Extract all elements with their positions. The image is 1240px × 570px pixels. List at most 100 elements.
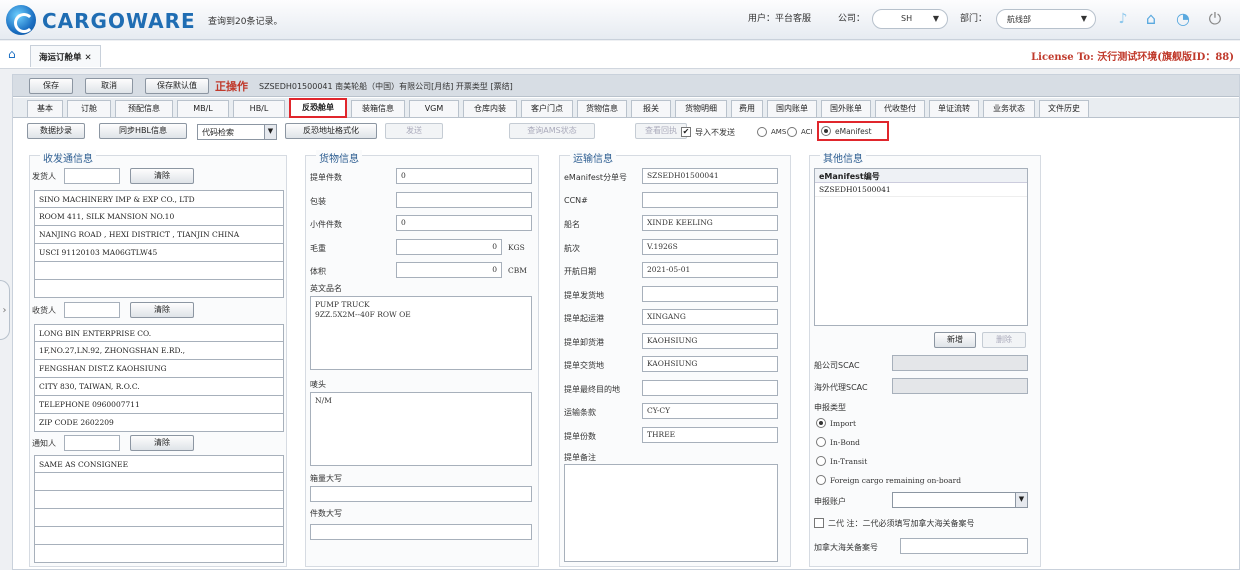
receipt-input[interactable] — [642, 285, 778, 302]
tab-8[interactable]: 仓库内装 — [463, 100, 517, 117]
sidebar-toggle[interactable]: › — [0, 280, 10, 340]
address-line[interactable]: ROOM 411, SILK MANSION NO.10 — [34, 208, 284, 226]
sync-hbl-button[interactable]: 同步HBL信息 — [99, 123, 187, 139]
second-gen-checkbox[interactable] — [814, 518, 824, 528]
tab-2[interactable]: 预配信息 — [115, 100, 173, 117]
address-line[interactable]: LONG BIN ENTERPRISE CO. — [34, 324, 284, 342]
copy-data-button[interactable]: 数据抄录 — [27, 123, 85, 139]
view-receipt-button[interactable]: 查看回执 — [635, 123, 687, 139]
tab-13[interactable]: 费用 — [731, 100, 763, 117]
address-line[interactable]: ZIP CODE 2602209 — [34, 414, 284, 432]
tab-11[interactable]: 报关 — [631, 100, 671, 117]
voyage-input[interactable]: V.1926S — [642, 238, 778, 255]
close-icon[interactable]: ✕ — [84, 53, 91, 63]
tab-4[interactable]: HB/L — [233, 100, 285, 117]
tab-3[interactable]: MB/L — [177, 100, 229, 117]
decl-type-radio[interactable] — [816, 437, 826, 447]
remark-textarea[interactable] — [564, 464, 778, 562]
small-pieces-input[interactable]: 0 — [396, 215, 532, 231]
tab-15[interactable]: 国外账单 — [821, 100, 871, 117]
help-icon[interactable]: ◔ — [1172, 8, 1194, 30]
carrier-scac-input[interactable] — [892, 355, 1028, 371]
delete-button[interactable]: 删除 — [982, 332, 1026, 348]
cancel-button[interactable]: 取消 — [85, 78, 133, 94]
company-select[interactable]: SH ▼ — [872, 9, 948, 29]
pod-input[interactable]: KAOHSIUNG — [642, 332, 778, 349]
weight-input[interactable]: 0 — [396, 239, 502, 255]
tab-12[interactable]: 货物明细 — [675, 100, 727, 117]
bl-count-input[interactable]: THREE — [642, 426, 778, 443]
power-icon[interactable]: ⏻ — [1204, 8, 1226, 30]
delivery-input[interactable]: KAOHSIUNG — [642, 356, 778, 372]
pol-input[interactable]: XINGANG — [642, 309, 778, 325]
sub-no-input[interactable]: SZSEDH01500041 — [642, 168, 778, 184]
consignee-clear-button[interactable]: 清除 — [130, 302, 194, 318]
address-line[interactable] — [34, 527, 284, 545]
address-line[interactable]: SAME AS CONSIGNEE — [34, 455, 284, 473]
sail-input[interactable]: 2021-05-01 — [642, 262, 778, 278]
vessel-input[interactable]: XINDE KEELING — [642, 215, 778, 231]
address-line[interactable]: NANJING ROAD , HEXI DISTRICT , TIANJIN C… — [34, 226, 284, 244]
decl-type-radio[interactable] — [816, 456, 826, 466]
account-select[interactable]: ▼ — [892, 492, 1028, 508]
save-default-button[interactable]: 保存默认值 — [145, 78, 209, 94]
new-button[interactable]: 新增 — [934, 332, 976, 348]
tab-18[interactable]: 业务状态 — [983, 100, 1035, 117]
address-line[interactable]: SINO MACHINERY IMP & EXP CO., LTD — [34, 190, 284, 208]
tab-19[interactable]: 文件历史 — [1039, 100, 1089, 117]
address-line[interactable] — [34, 491, 284, 509]
tab-0[interactable]: 基本 — [27, 100, 63, 117]
format-address-button[interactable]: 反恐地址格式化 — [285, 123, 377, 139]
canada-input[interactable] — [900, 538, 1028, 554]
pieces-input[interactable]: 0 — [396, 168, 532, 184]
address-line[interactable] — [34, 262, 284, 280]
shipper-clear-button[interactable]: 清除 — [130, 168, 194, 184]
tab-6[interactable]: 装箱信息 — [351, 100, 405, 117]
dept-select[interactable]: 航线部 ▼ — [996, 9, 1096, 29]
tab-5[interactable]: 反恐舱单 — [289, 98, 347, 118]
address-line[interactable]: USCI 91120103 MA06GTLW45 — [34, 244, 284, 262]
tab-14[interactable]: 国内账单 — [767, 100, 817, 117]
no-send-checkbox[interactable]: ✔ — [681, 127, 691, 137]
home-tab-icon[interactable]: ⌂ — [8, 47, 16, 61]
tab-16[interactable]: 代收垫付 — [875, 100, 925, 117]
address-line[interactable] — [34, 473, 284, 491]
address-line[interactable]: FENGSHAN DIST.Z KAOHSIUNG — [34, 360, 284, 378]
list-item[interactable]: SZSEDH01500041 — [815, 183, 1027, 197]
tab-17[interactable]: 单证流转 — [929, 100, 979, 117]
tab-7[interactable]: VGM — [409, 100, 459, 117]
address-line[interactable]: TELEPHONE 0960007711 — [34, 396, 284, 414]
shipper-code-input[interactable] — [64, 168, 120, 184]
agent-scac-input[interactable] — [892, 378, 1028, 394]
address-line[interactable] — [34, 545, 284, 563]
send-button[interactable]: 发送 — [385, 123, 443, 139]
address-line[interactable] — [34, 280, 284, 298]
consignee-code-input[interactable] — [64, 302, 120, 318]
aci-radio[interactable] — [787, 127, 797, 137]
save-button[interactable]: 保存 — [29, 78, 73, 94]
box-upper-input[interactable] — [310, 486, 532, 502]
address-line[interactable]: CITY 830, TAIWAN, R.O.C. — [34, 378, 284, 396]
tab-9[interactable]: 客户门点 — [521, 100, 573, 117]
desc-textarea[interactable]: PUMP TRUCK 9ZZ.5X2M--40F ROW OE — [310, 296, 532, 370]
home-icon[interactable]: ⌂ — [1140, 8, 1162, 30]
address-line[interactable]: 1F,NO.27,LN.92, ZHONGSHAN E.RD., — [34, 342, 284, 360]
tab-1[interactable]: 订舱 — [67, 100, 111, 117]
bell-icon[interactable]: ♪ — [1112, 8, 1134, 30]
final-input[interactable] — [642, 379, 778, 396]
query-ams-button[interactable]: 查询AMS状态 — [509, 123, 595, 139]
pack-input[interactable] — [396, 192, 532, 208]
ccn-input[interactable] — [642, 191, 778, 208]
address-line[interactable] — [34, 509, 284, 527]
notify-clear-button[interactable]: 清除 — [130, 435, 194, 451]
ams-radio[interactable] — [757, 127, 767, 137]
terms-input[interactable]: CY-CY — [642, 403, 778, 419]
emanifest-radio[interactable] — [821, 126, 831, 136]
pcs-upper-input[interactable] — [310, 524, 532, 540]
marks-textarea[interactable]: N/M — [310, 392, 532, 466]
decl-type-radio[interactable] — [816, 418, 826, 428]
decl-type-radio[interactable] — [816, 475, 826, 485]
code-check-select[interactable]: 代码检索 ▼ — [197, 124, 277, 140]
tab-10[interactable]: 货物信息 — [577, 100, 627, 117]
volume-input[interactable]: 0 — [396, 262, 502, 278]
